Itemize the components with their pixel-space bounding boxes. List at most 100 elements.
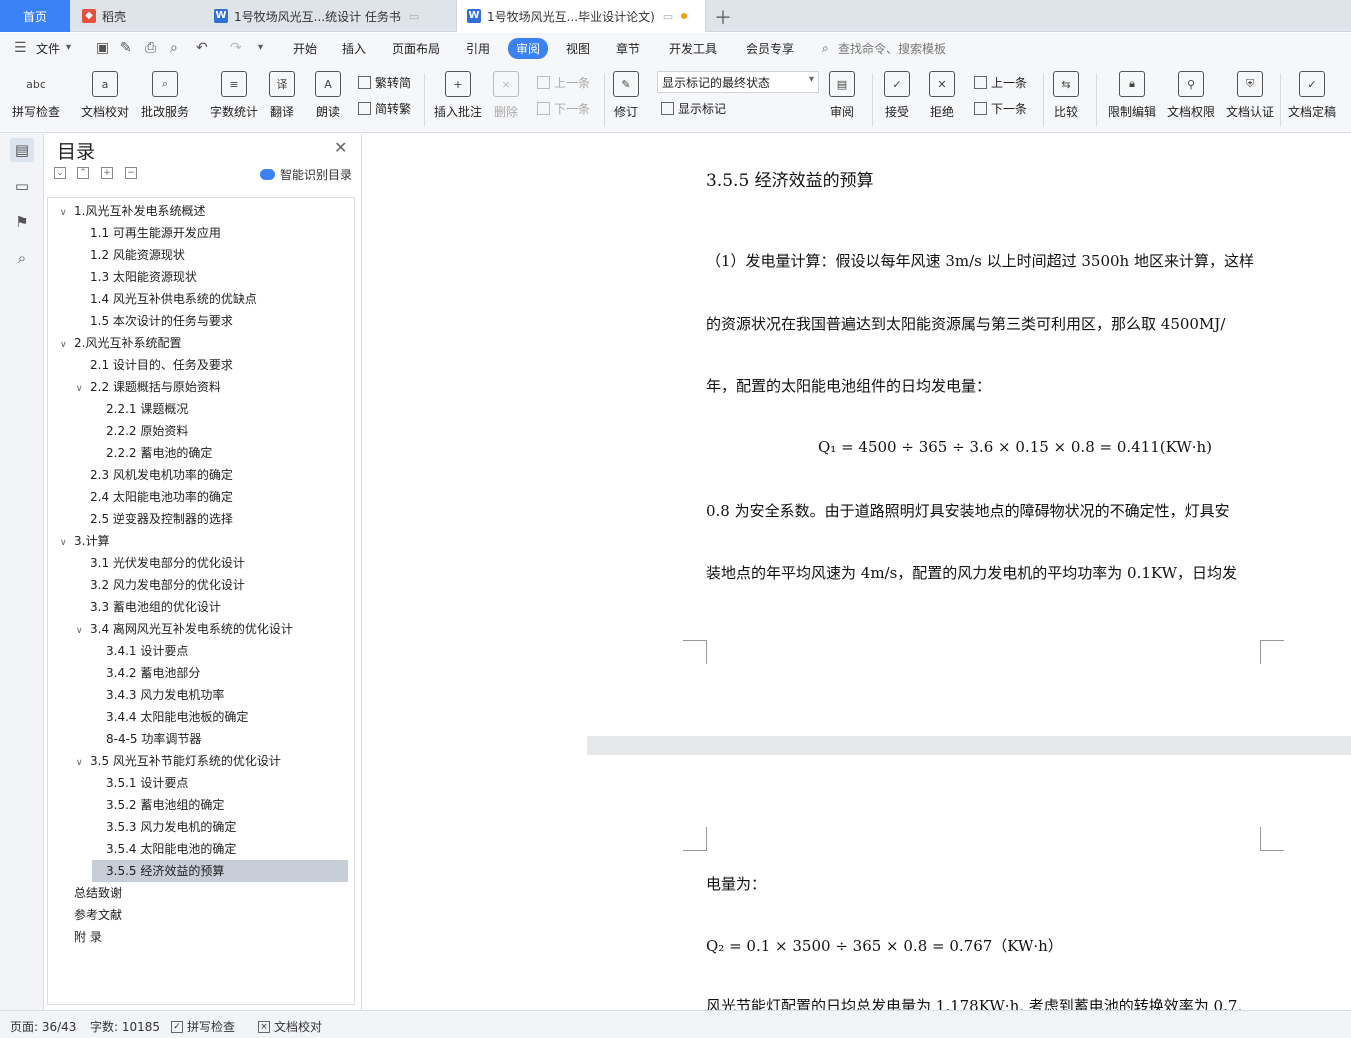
close-icon[interactable]: ✕ bbox=[334, 138, 347, 157]
menu-insert[interactable]: 插入 bbox=[342, 40, 366, 57]
review-pane-button[interactable]: ▤ 审阅 bbox=[829, 69, 855, 120]
tab-home[interactable]: 首页 bbox=[0, 0, 70, 32]
prev-comment-button[interactable]: 上一条 bbox=[537, 74, 590, 91]
collapse-all-icon[interactable]: ⌄ bbox=[54, 167, 66, 179]
toc-item[interactable]: 参考文献 bbox=[74, 904, 122, 926]
toc-item[interactable]: 附 录 bbox=[74, 926, 102, 948]
menu-layout[interactable]: 页面布局 bbox=[392, 40, 440, 57]
redo-icon[interactable]: ↷ bbox=[230, 40, 242, 56]
menu-section[interactable]: 章节 bbox=[616, 40, 640, 57]
save-icon[interactable]: ▣ bbox=[96, 40, 109, 56]
spell-check-button[interactable]: abc 拼写检查 bbox=[12, 69, 60, 120]
toc-item[interactable]: 3.5.5 经济效益的预算 bbox=[92, 860, 348, 882]
compare-button[interactable]: ⇆ 比较 bbox=[1053, 69, 1079, 120]
toc-item[interactable]: 2.3 风机发电机功率的确定 bbox=[90, 464, 233, 486]
toc-item[interactable]: 3.2 风力发电部分的优化设计 bbox=[90, 574, 245, 596]
menu-file[interactable]: 文件 bbox=[36, 40, 60, 57]
chevron-down-icon[interactable]: ∨ bbox=[76, 620, 90, 642]
simp-to-trad-button[interactable]: 简转繁 bbox=[358, 100, 411, 117]
add-level-icon[interactable]: + bbox=[101, 167, 113, 179]
tab-daoke[interactable]: ◆ 稻壳 bbox=[72, 0, 202, 32]
format-painter-icon[interactable]: ✎ bbox=[120, 40, 132, 56]
toc-item[interactable]: 8-4-5 功率调节器 bbox=[106, 728, 201, 750]
nav-structure-icon[interactable]: ▭ bbox=[10, 174, 34, 198]
toc-item[interactable]: 3.5.2 蓄电池组的确定 bbox=[106, 794, 224, 816]
toc-item[interactable]: 1.4 风光互补供电系统的优缺点 bbox=[90, 288, 257, 310]
toc-item[interactable]: 3.4.4 太阳能电池板的确定 bbox=[106, 706, 248, 728]
toc-item[interactable]: 3.4.3 风力发电机功率 bbox=[106, 684, 224, 706]
tab-doc2[interactable]: W 1号牧场风光互...毕业设计论文) ▭ bbox=[456, 0, 706, 32]
toc-item[interactable]: 1.3 太阳能资源现状 bbox=[90, 266, 197, 288]
annotate-service-button[interactable]: ⌕ 批改服务 bbox=[141, 69, 189, 120]
accept-button[interactable]: ✓ 接受 bbox=[884, 69, 910, 120]
toc-item[interactable]: 3.4.1 设计要点 bbox=[106, 640, 188, 662]
menu-devtools[interactable]: 开发工具 bbox=[669, 40, 717, 57]
toc-item[interactable]: 3.5.3 风力发电机的确定 bbox=[106, 816, 236, 838]
next-comment-button[interactable]: 下一条 bbox=[537, 100, 590, 117]
status-doc-proof[interactable]: × 文档校对 bbox=[258, 1018, 322, 1035]
toc-item[interactable]: 3.5.1 设计要点 bbox=[106, 772, 188, 794]
command-search[interactable]: 查找命令、搜索模板 bbox=[838, 40, 946, 57]
new-tab-plus-icon[interactable]: ＋ bbox=[714, 4, 732, 30]
expand-up-icon[interactable]: ⌃ bbox=[77, 167, 89, 179]
menu-start[interactable]: 开始 bbox=[293, 40, 317, 57]
track-changes-button[interactable]: ✎ 修订 bbox=[613, 69, 639, 120]
tab-doc1[interactable]: W 1号牧场风光互...统设计 任务书 ▭ bbox=[204, 0, 454, 32]
reject-button[interactable]: ✕ 拒绝 bbox=[929, 69, 955, 120]
toc-item[interactable]: 2.5 逆变器及控制器的选择 bbox=[90, 508, 233, 530]
menu-review[interactable]: 审阅 bbox=[508, 38, 549, 59]
status-spell-check[interactable]: ✓ 拼写检查 bbox=[171, 1018, 235, 1035]
tab-screen-icon[interactable]: ▭ bbox=[663, 10, 673, 23]
page-indicator[interactable]: 页面: 36/43 bbox=[10, 1018, 76, 1035]
smart-toc-button[interactable]: 智能识别目录 bbox=[260, 166, 352, 183]
delete-comment-button[interactable]: × 删除 bbox=[493, 69, 519, 120]
chevron-down-icon[interactable]: ▾ bbox=[66, 42, 71, 53]
translate-button[interactable]: 译翻译 bbox=[269, 69, 295, 120]
menu-reference[interactable]: 引用 bbox=[466, 40, 490, 57]
menu-view[interactable]: 视图 bbox=[566, 40, 590, 57]
word-count[interactable]: 字数: 10185 bbox=[90, 1018, 160, 1035]
toc-item[interactable]: ∨ 2.2 课题概括与原始资料 bbox=[76, 376, 221, 398]
doc-proof-button[interactable]: a 文档校对 bbox=[81, 69, 129, 120]
toc-item[interactable]: 2.2.2 蓄电池的确定 bbox=[106, 442, 212, 464]
toc-item[interactable]: 1.2 风能资源现状 bbox=[90, 244, 185, 266]
toc-item[interactable]: 3.3 蓄电池组的优化设计 bbox=[90, 596, 221, 618]
prev-change-button[interactable]: 上一条 bbox=[974, 74, 1027, 91]
markup-state-select[interactable]: 显示标记的最终状态 bbox=[657, 71, 819, 93]
toc-item[interactable]: 总结致谢 bbox=[74, 882, 122, 904]
menu-member[interactable]: 会员专享 bbox=[746, 40, 794, 57]
chevron-down-icon[interactable]: ∨ bbox=[60, 334, 74, 356]
undo-icon[interactable]: ↶ bbox=[196, 40, 208, 56]
next-change-button[interactable]: 下一条 bbox=[974, 100, 1027, 117]
read-aloud-button[interactable]: A 朗读 bbox=[315, 69, 341, 120]
print-icon[interactable]: ⎙ bbox=[145, 40, 156, 56]
bookmark-icon[interactable]: ⚑ bbox=[10, 210, 34, 234]
doc-certify-button[interactable]: ⛨ 文档认证 bbox=[1226, 69, 1274, 120]
search-icon[interactable]: ⌕ bbox=[10, 246, 34, 270]
show-markup-button[interactable]: 显示标记 bbox=[661, 100, 726, 117]
chevron-down-icon[interactable]: ∨ bbox=[60, 532, 74, 554]
chevron-down-icon[interactable]: ▾ bbox=[258, 42, 263, 53]
toc-item[interactable]: 3.4.2 蓄电池部分 bbox=[106, 662, 200, 684]
hamburger-icon[interactable]: ☰ bbox=[14, 40, 27, 56]
doc-finalize-button[interactable]: ✓ 文档定稿 bbox=[1288, 69, 1336, 120]
chevron-down-icon[interactable]: ∨ bbox=[60, 202, 74, 224]
toc-item[interactable]: ∨ 3.4 离网风光互补发电系统的优化设计 bbox=[76, 618, 293, 640]
toc-item[interactable]: 1.1 可再生能源开发应用 bbox=[90, 222, 221, 244]
trad-to-simp-button[interactable]: 繁转简 bbox=[358, 74, 411, 91]
restrict-edit-button[interactable]: 🔒︎ 限制编辑 bbox=[1108, 69, 1156, 120]
toc-item[interactable]: ∨ 3.5 风光互补节能灯系统的优化设计 bbox=[76, 750, 281, 772]
toc-item[interactable]: 2.4 太阳能电池功率的确定 bbox=[90, 486, 233, 508]
insert-comment-button[interactable]: + 插入批注 bbox=[434, 69, 482, 120]
toc-item[interactable]: ∨ 2.风光互补系统配置 bbox=[60, 332, 181, 354]
toc-item[interactable]: 3.1 光伏发电部分的优化设计 bbox=[90, 552, 245, 574]
word-count-button[interactable]: ≡ 字数统计 bbox=[210, 69, 258, 120]
toc-item[interactable]: 3.5.4 太阳能电池的确定 bbox=[106, 838, 236, 860]
toc-panel-icon[interactable]: ▤ bbox=[10, 138, 34, 162]
toc-item[interactable]: ∨ 3.计算 bbox=[60, 530, 109, 552]
toc-item[interactable]: 2.1 设计目的、任务及要求 bbox=[90, 354, 233, 376]
search-icon[interactable]: ⌕ bbox=[822, 41, 829, 56]
toc-item[interactable]: 1.5 本次设计的任务与要求 bbox=[90, 310, 233, 332]
toc-item[interactable]: 2.2.2 原始资料 bbox=[106, 420, 188, 442]
print-preview-icon[interactable]: ⌕ bbox=[170, 40, 178, 56]
